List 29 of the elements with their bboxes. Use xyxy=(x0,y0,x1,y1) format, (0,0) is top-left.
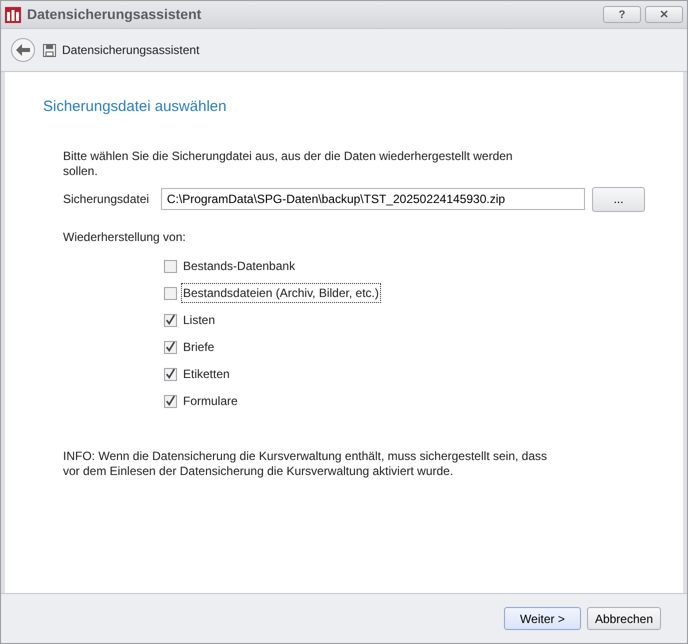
info-text: INFO: Wenn die Datensicherung die Kursverwaltung enthält, muss sichergestellt sein, dass vor dem Einlesen der Datensicherung die Kursverwaltung aktiviert wurde. xyxy=(63,448,548,478)
app-logo-icon xyxy=(5,6,21,22)
back-button[interactable] xyxy=(11,38,35,62)
back-arrow-icon xyxy=(16,44,30,56)
checkbox-label[interactable]: Etiketten xyxy=(181,364,232,384)
checkbox[interactable] xyxy=(164,286,177,300)
instruction-text: Bitte wählen Sie die Sicherungdatei aus, aus der die Daten wiederhergestellt werden sollen. xyxy=(63,148,514,178)
browse-button[interactable]: ... xyxy=(592,186,646,212)
section-heading: Sicherungsdatei auswählen xyxy=(43,97,228,117)
checkbox-label[interactable]: Briefe xyxy=(181,337,216,357)
checkbox[interactable] xyxy=(164,368,177,380)
file-label: Sicherungsdatei xyxy=(63,191,150,208)
checkbox[interactable] xyxy=(164,314,177,326)
file-path-field[interactable]: C:\ProgramData\SPG-Daten\backup\TST_20250224145930.zip xyxy=(160,188,586,210)
checkbox-label[interactable]: Bestandsdateien (Archiv, Bilder, etc.) xyxy=(181,283,381,303)
restore-label: Wiederherstellung von: xyxy=(63,228,187,246)
title-bar-button[interactable]: ✕ xyxy=(645,6,683,23)
checkbox[interactable] xyxy=(164,340,177,354)
cancel-button[interactable]: Abbrechen xyxy=(586,607,661,630)
checkbox-label[interactable]: Listen xyxy=(181,310,218,330)
checkbox[interactable] xyxy=(164,394,177,408)
checkbox-label[interactable]: Bestands-Datenbank xyxy=(181,256,298,276)
window-title: Datensicherungsassistent xyxy=(27,5,202,24)
title-bar-button[interactable]: ? xyxy=(603,6,641,23)
checkbox[interactable] xyxy=(164,260,177,272)
checkbox-label[interactable]: Formulare xyxy=(181,391,240,411)
page-title: Datensicherungsassistent xyxy=(62,42,200,59)
next-button[interactable]: Weiter > xyxy=(504,607,581,630)
save-icon xyxy=(43,44,56,56)
